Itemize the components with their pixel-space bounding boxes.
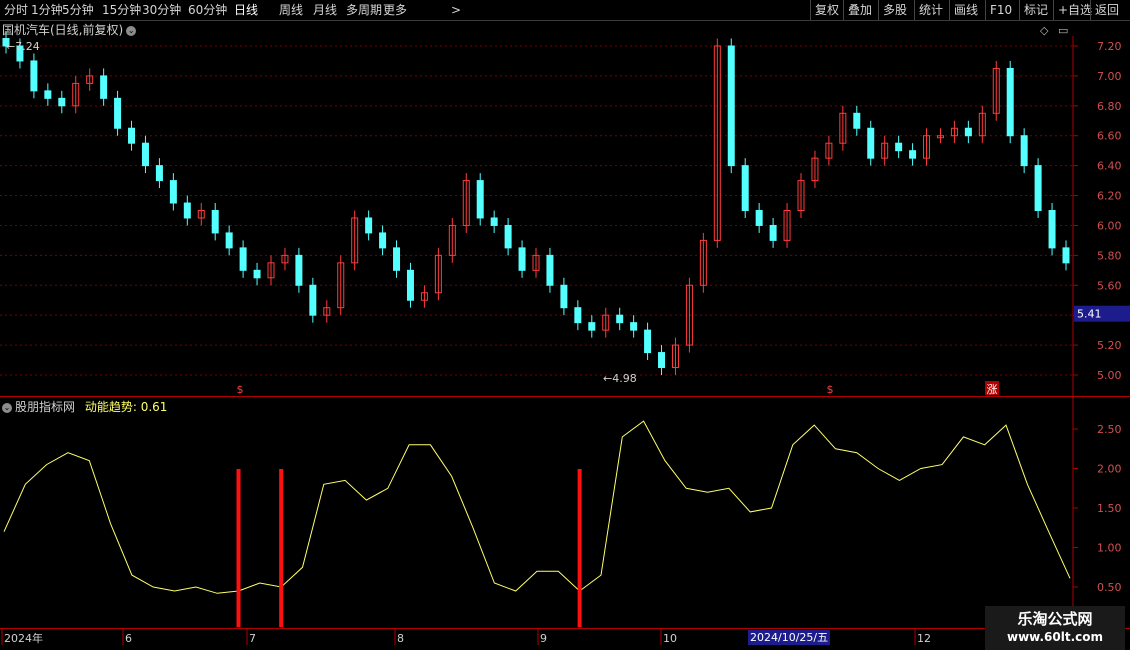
- x-label: 6: [125, 632, 132, 645]
- candle-body: [895, 142, 903, 152]
- candle-body: [476, 180, 484, 219]
- diamond-icon[interactable]: ◇: [1040, 24, 1048, 37]
- chart-title: 国机汽车(日线,前复权) ⌄: [2, 21, 137, 38]
- high-price-label: ←7.24: [6, 40, 40, 53]
- candle-body: [560, 284, 568, 309]
- y-tick-label: 6.20: [1097, 190, 1122, 203]
- candle-body: [630, 322, 638, 331]
- ind-tick-label: 0.50: [1097, 581, 1122, 594]
- y-tick-label: 6.40: [1097, 160, 1122, 173]
- candle-body: [169, 180, 177, 204]
- candle-body: [211, 210, 219, 234]
- candle-body: [309, 284, 317, 316]
- y-tick-label: 5.20: [1097, 339, 1122, 352]
- candle-body: [393, 247, 401, 271]
- candle-body: [365, 217, 373, 234]
- ind-tick-label: 2.50: [1097, 423, 1122, 436]
- candle-body: [141, 142, 149, 167]
- momentum-line: [3, 420, 1071, 594]
- x-label: 2024年: [4, 631, 43, 645]
- ind-tick-label: 2.00: [1097, 463, 1122, 476]
- candle-body: [588, 322, 596, 331]
- candle-body: [909, 150, 917, 159]
- y-tick-label: 6.80: [1097, 100, 1122, 113]
- candle-body: [504, 224, 512, 249]
- candle-body: [58, 97, 66, 107]
- candle-body: [853, 112, 861, 129]
- candle-body: [546, 254, 554, 286]
- x-label: 8: [397, 632, 404, 645]
- indicator-name: 股朋指标网: [15, 400, 76, 414]
- candle-body: [379, 232, 387, 249]
- signal-bar: [279, 469, 284, 627]
- candle-body: [406, 269, 414, 301]
- watermark-url: www.60lt.com: [1006, 630, 1104, 644]
- window-icon[interactable]: ▭: [1058, 24, 1068, 37]
- candle-body: [867, 127, 875, 159]
- candle-body: [30, 60, 38, 92]
- x-label: 9: [540, 632, 547, 645]
- series-value: 0.61: [140, 400, 168, 414]
- candle-body: [658, 352, 666, 369]
- x-label: 7: [249, 632, 256, 645]
- candle-body: [769, 224, 777, 241]
- candle-body: [574, 307, 582, 324]
- chevron-down-icon[interactable]: ⌄: [126, 25, 137, 36]
- y-tick-label: 6.00: [1097, 219, 1122, 232]
- candle-body: [128, 127, 136, 144]
- current-price-label: 5.41: [1077, 308, 1102, 321]
- candle-body: [616, 314, 624, 324]
- chevron-down-icon[interactable]: ⌄: [2, 402, 12, 413]
- candle-body: [225, 232, 233, 249]
- x-label: 12: [917, 632, 931, 645]
- candle-body: [253, 269, 261, 279]
- marker-0: $: [237, 383, 244, 396]
- y-tick-label: 6.60: [1097, 130, 1122, 143]
- y-tick-label: 7.20: [1097, 40, 1122, 53]
- series-label: 动能趋势:: [84, 400, 137, 414]
- candle-body: [1062, 247, 1070, 264]
- candle-body: [44, 90, 52, 99]
- candle-body: [155, 165, 163, 182]
- stock-title: 国机汽车(日线,前复权): [2, 23, 124, 37]
- candle-body: [518, 247, 526, 271]
- ind-tick-label: 1.00: [1097, 542, 1122, 555]
- candle-body: [114, 97, 122, 129]
- marker-1: $: [827, 383, 834, 396]
- marker-2: 涨: [987, 383, 998, 396]
- signal-bar: [577, 469, 582, 627]
- watermark: 乐淘公式网 www.60lt.com: [985, 606, 1125, 650]
- y-tick-label: 5.00: [1097, 369, 1122, 382]
- candle-body: [644, 329, 652, 354]
- candle-body: [100, 75, 108, 99]
- candle-body: [964, 127, 972, 137]
- candle-body: [239, 247, 247, 271]
- candle-body: [741, 165, 749, 212]
- y-tick-label: 5.80: [1097, 249, 1122, 262]
- low-price-label: ←4.98: [603, 372, 637, 385]
- candle-body: [727, 45, 735, 167]
- x-label: 10: [663, 632, 677, 645]
- highlight-date: 2024/10/25/五: [748, 630, 831, 645]
- candle-body: [1020, 135, 1028, 167]
- candle-body: [490, 217, 498, 226]
- candle-body: [1048, 210, 1056, 249]
- candle-body: [755, 210, 763, 226]
- price-chart: 7.207.006.806.606.406.206.005.805.605.40…: [0, 31, 1130, 645]
- watermark-title: 乐淘公式网: [1017, 610, 1093, 628]
- ind-tick-label: 1.50: [1097, 502, 1122, 515]
- candle-body: [1034, 165, 1042, 212]
- candle-body: [183, 202, 191, 219]
- candle-body: [1006, 67, 1014, 137]
- signal-bar: [236, 469, 241, 627]
- y-tick-label: 5.60: [1097, 279, 1122, 292]
- indicator-title: ⌄ 股朋指标网 动能趋势: 0.61: [2, 398, 167, 415]
- candle-body: [295, 254, 303, 286]
- y-tick-label: 7.00: [1097, 70, 1122, 83]
